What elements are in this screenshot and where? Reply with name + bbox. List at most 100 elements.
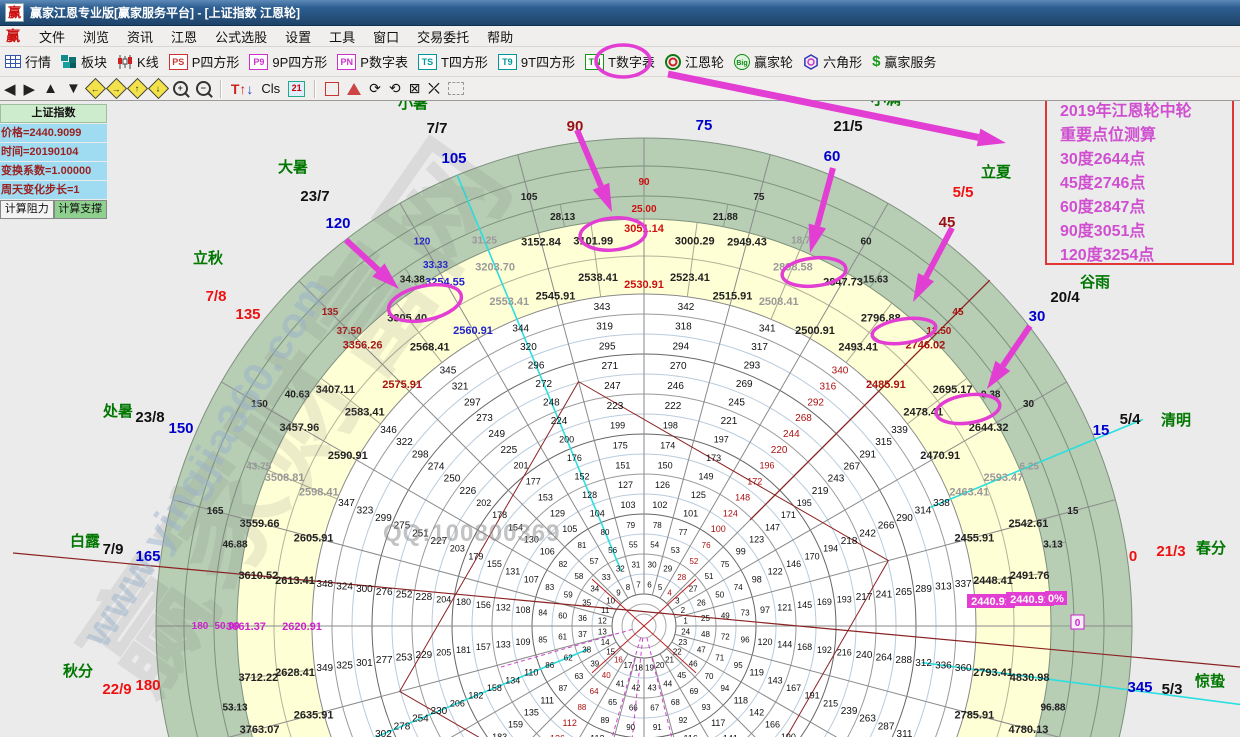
menu-logo-icon: 赢 [6, 26, 20, 46]
cross-arrows-icon[interactable]: ⤫ [428, 80, 439, 97]
calc-resistance-button[interactable]: 计算阻力 [0, 200, 54, 219]
menu-item-窗口[interactable]: 窗口 [364, 26, 408, 47]
rotate-cw-icon[interactable]: ⟳ [369, 80, 381, 97]
cls-button[interactable]: Cls [261, 81, 280, 96]
rotate-ccw-icon[interactable]: ⟲ [389, 80, 401, 97]
svg-text:94: 94 [720, 684, 729, 693]
svg-text:240: 240 [856, 650, 873, 661]
svg-text:处暑: 处暑 [102, 402, 133, 420]
pointer-down-button[interactable]: ▼ [66, 80, 81, 97]
next-button[interactable]: ▶ [24, 80, 36, 98]
svg-text:89: 89 [601, 716, 610, 725]
zoom-out-icon[interactable]: − [196, 81, 211, 96]
svg-text:253: 253 [396, 653, 413, 664]
svg-text:60: 60 [558, 611, 567, 620]
svg-text:183: 183 [492, 732, 507, 737]
svg-text:91: 91 [653, 723, 662, 732]
svg-text:142: 142 [749, 707, 764, 717]
toolbar-button-T数字表[interactable]: TNT数字表 [582, 51, 658, 72]
svg-text:0%: 0% [1048, 593, 1064, 605]
svg-text:21: 21 [665, 655, 674, 664]
menu-item-资讯[interactable]: 资讯 [118, 26, 162, 47]
square-tool-icon[interactable] [325, 82, 339, 96]
svg-text:4: 4 [667, 589, 672, 598]
menu-item-工具[interactable]: 工具 [320, 26, 364, 47]
stock-name: 上证指数 [0, 104, 107, 123]
prev-button[interactable]: ◀ [4, 80, 16, 98]
menu-item-交易委托[interactable]: 交易委托 [408, 26, 478, 47]
svg-text:170: 170 [805, 551, 820, 561]
svg-text:199: 199 [610, 421, 625, 431]
svg-text:144: 144 [777, 640, 792, 650]
svg-text:2515.91: 2515.91 [713, 291, 753, 303]
svg-text:92: 92 [679, 716, 688, 725]
toolbar-button-赢家服务[interactable]: $赢家服务 [869, 51, 939, 72]
svg-text:36: 36 [578, 614, 587, 623]
svg-text:52: 52 [689, 557, 698, 566]
svg-text:3.13: 3.13 [1043, 540, 1063, 551]
toolbar-button-K线[interactable]: K线 [114, 51, 162, 72]
svg-text:2553.41: 2553.41 [489, 296, 529, 308]
svg-text:78: 78 [653, 521, 662, 530]
shift-right-button[interactable]: → [106, 78, 127, 99]
svg-text:21.88: 21.88 [713, 212, 738, 223]
shift-left-button[interactable]: ← [85, 78, 106, 99]
svg-text:25: 25 [701, 614, 710, 623]
calc-support-button[interactable]: 计算支撑 [54, 200, 108, 219]
svg-text:245: 245 [728, 397, 745, 408]
svg-text:3: 3 [675, 596, 680, 605]
svg-text:119: 119 [750, 668, 764, 678]
svg-text:20/4: 20/4 [1050, 289, 1080, 306]
toolbar-button-P数字表[interactable]: PNP数字表 [334, 51, 411, 72]
svg-text:2635.91: 2635.91 [294, 710, 334, 722]
selection-tool-icon[interactable] [448, 82, 464, 95]
menu-item-江恩[interactable]: 江恩 [162, 26, 206, 47]
menu-item-浏览[interactable]: 浏览 [74, 26, 118, 47]
toolbar-button-赢家轮[interactable]: Big赢家轮 [731, 51, 796, 72]
svg-text:124: 124 [723, 508, 738, 518]
toolbar-button-六角形[interactable]: 六角形 [800, 51, 865, 72]
svg-text:60: 60 [824, 148, 841, 165]
toolbar-button-9P四方形[interactable]: P99P四方形 [246, 51, 330, 72]
shift-up-button[interactable]: ↑ [127, 78, 148, 99]
pointer-up-button[interactable]: ▲ [43, 80, 58, 97]
svg-text:24: 24 [681, 627, 690, 636]
svg-text:336: 336 [935, 660, 952, 671]
svg-text:243: 243 [828, 474, 845, 485]
svg-text:45: 45 [952, 307, 964, 318]
menu-item-设置[interactable]: 设置 [276, 26, 320, 47]
calendar-icon[interactable]: 21 [288, 81, 305, 97]
menu-item-帮助[interactable]: 帮助 [478, 26, 522, 47]
svg-text:80: 80 [601, 528, 610, 537]
menu-item-公式选股[interactable]: 公式选股 [206, 26, 276, 47]
toolbar-button-江恩轮[interactable]: 江恩轮 [662, 51, 727, 72]
svg-text:345: 345 [1127, 679, 1152, 696]
svg-text:135: 135 [524, 707, 539, 717]
shift-down-button[interactable]: ↓ [148, 78, 169, 99]
toolbar-button-行情[interactable]: 行情 [2, 51, 54, 72]
boxed-x-icon[interactable]: ⊠ [409, 80, 421, 97]
svg-text:2620.91: 2620.91 [282, 621, 322, 633]
svg-text:2613.41: 2613.41 [275, 575, 315, 587]
svg-text:66: 66 [629, 703, 638, 712]
sort-arrows-icon[interactable]: T↑↓ [231, 81, 254, 97]
svg-text:25.00: 25.00 [631, 204, 656, 215]
toolbar-button-T四方形[interactable]: TST四方形 [415, 51, 491, 72]
svg-text:347: 347 [338, 498, 355, 509]
svg-text:5: 5 [658, 583, 663, 592]
svg-text:294: 294 [672, 341, 689, 352]
svg-text:268: 268 [795, 413, 812, 424]
toolbar-button-9T四方形[interactable]: T99T四方形 [495, 51, 578, 72]
svg-text:295: 295 [599, 341, 616, 352]
toolbar-button-P四方形[interactable]: PSP四方形 [166, 51, 243, 72]
svg-text:349: 349 [316, 663, 333, 674]
toolbar-button-板块[interactable]: 板块 [58, 51, 110, 72]
triangle-tool-icon[interactable] [347, 83, 361, 95]
svg-text:50: 50 [715, 591, 724, 600]
menu-item-文件[interactable]: 文件 [30, 26, 74, 47]
svg-text:Big: Big [736, 60, 747, 67]
svg-text:271: 271 [601, 361, 618, 372]
zoom-in-icon[interactable]: + [173, 81, 188, 96]
svg-text:176: 176 [567, 453, 582, 463]
svg-text:194: 194 [823, 544, 838, 554]
